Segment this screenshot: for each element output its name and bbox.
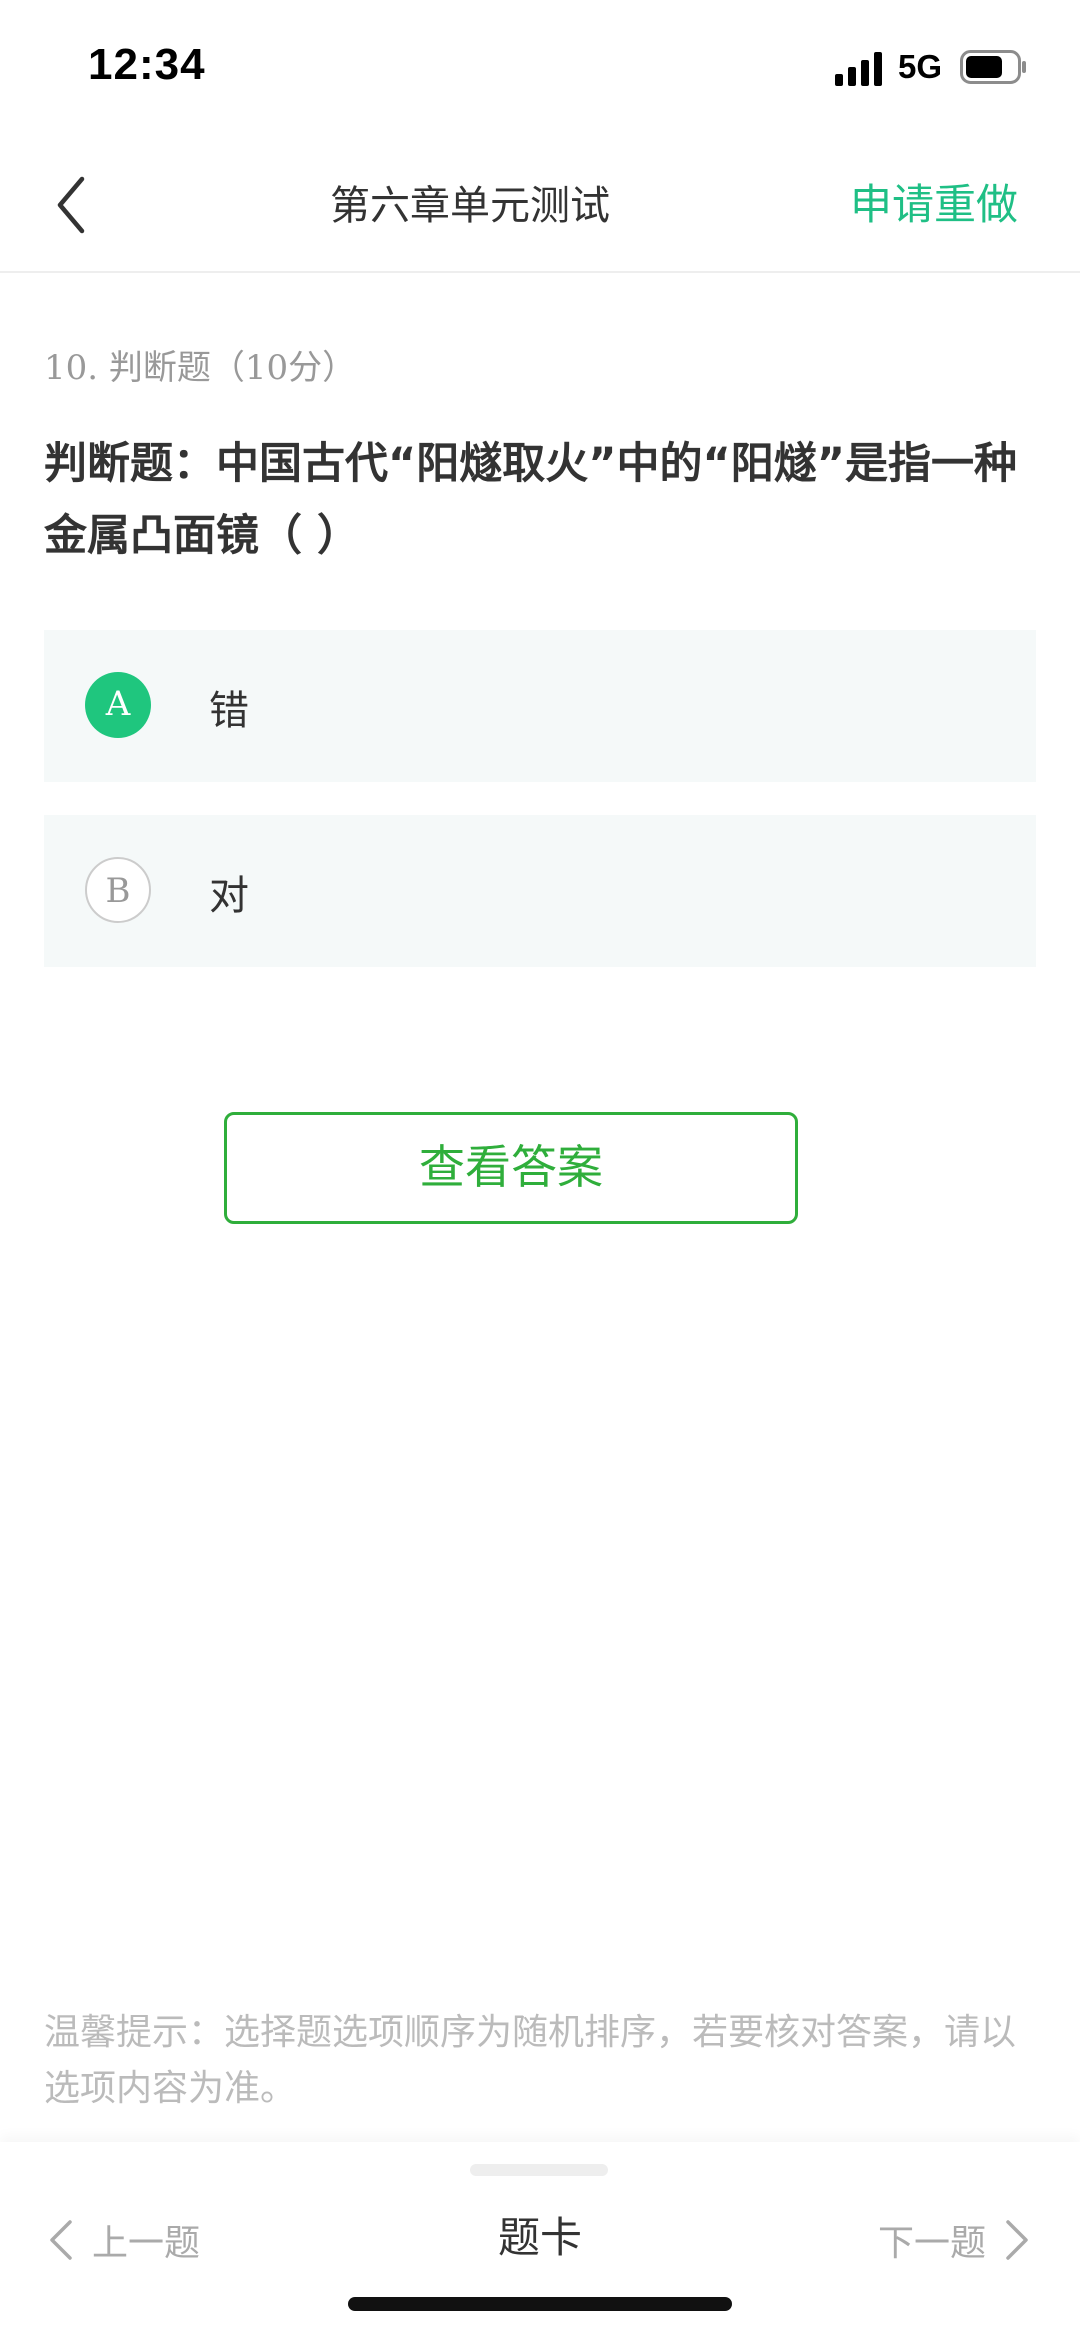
view-answer-button[interactable]: 查看答案 [224, 1112, 798, 1224]
question-card-button[interactable]: 题卡 [440, 2204, 640, 2265]
option-label-b: 对 [209, 873, 249, 919]
next-question-button[interactable]: 下一题 [878, 2210, 1030, 2270]
tip-text: 温馨提示：选择题选项顺序为随机排序，若要核对答案，请以选项内容为准。 [44, 2012, 1017, 2109]
question-text: 判断题：中国古代“阳燧取火”中的“阳燧”是指一种金属凸面镜（ ） [44, 439, 1018, 561]
request-redo-button[interactable]: 申请重做 [850, 171, 1018, 232]
prev-question-label: 上一题 [92, 2223, 201, 2264]
option-marker-a: A [85, 672, 151, 738]
option-label-a: 错 [209, 688, 249, 734]
chevron-right-icon [1006, 2220, 1028, 2260]
option-marker-b: B [85, 857, 151, 923]
home-indicator [348, 2297, 732, 2311]
battery-icon [960, 50, 1026, 84]
question-meta: 10. 判断题（10分） [44, 348, 357, 388]
signal-icon [835, 52, 882, 86]
next-question-label: 下一题 [877, 2223, 986, 2264]
chevron-left-icon [50, 2220, 72, 2260]
status-time: 12:34 [88, 40, 206, 89]
drag-handle[interactable] [470, 2164, 608, 2176]
prev-question-button[interactable]: 上一题 [48, 2210, 200, 2270]
status-bar: 12:34 5G [0, 0, 1080, 135]
option-b[interactable]: B 对 [44, 815, 1036, 967]
nav-bar: 第六章单元测试 申请重做 [0, 135, 1080, 273]
option-a[interactable]: A 错 [44, 630, 1036, 782]
page-title: 第六章单元测试 [330, 183, 610, 229]
network-label: 5G [898, 48, 943, 85]
